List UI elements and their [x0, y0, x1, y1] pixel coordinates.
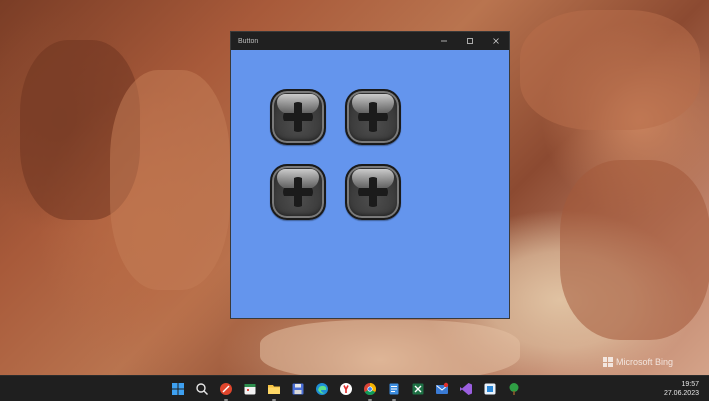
start-button[interactable] [168, 379, 188, 399]
taskbar-store[interactable] [480, 379, 500, 399]
windows-start-icon [172, 383, 184, 395]
file-explorer-icon [268, 385, 280, 394]
edge-browser-icon [316, 383, 328, 395]
taskbar-tree-app[interactable] [504, 379, 524, 399]
taskbar-notes[interactable] [384, 379, 404, 401]
close-button[interactable] [483, 32, 509, 50]
search-icon [196, 383, 208, 395]
mail-app-icon [436, 382, 449, 394]
taskbar-yandex[interactable] [336, 379, 356, 399]
close-icon [493, 38, 499, 44]
taskbar: 19:57 27.06.2023 [0, 375, 709, 401]
notes-app-icon [389, 383, 399, 395]
minimize-icon [441, 40, 447, 42]
calendar-app-icon [244, 384, 256, 395]
taskbar-calendar[interactable] [240, 379, 260, 399]
plus-icon [283, 177, 313, 207]
clock-time: 19:57 [681, 381, 699, 388]
wallpaper-rock [110, 70, 230, 290]
taskbar-app[interactable] [216, 379, 236, 401]
taskbar-excel[interactable] [408, 379, 428, 399]
wallpaper-rock [520, 10, 700, 130]
taskbar-file-explorer[interactable] [264, 379, 284, 401]
tree-app-icon [509, 383, 519, 395]
bing-watermark: Microsoft Bing [602, 357, 673, 367]
window-title: Button [238, 37, 259, 45]
taskbar-visual-studio[interactable] [456, 379, 476, 399]
yandex-browser-icon [340, 383, 352, 395]
maximize-button[interactable] [457, 32, 483, 50]
plus-icon [358, 177, 388, 207]
plus-button-1[interactable] [270, 89, 326, 145]
app-window: Button [230, 31, 510, 319]
taskbar-edge[interactable] [312, 379, 332, 399]
taskbar-save-app[interactable] [288, 379, 308, 399]
plus-button-2[interactable] [345, 89, 401, 145]
maximize-icon [467, 38, 473, 44]
window-client-area [231, 50, 509, 318]
microsoft-logo-icon [602, 357, 613, 367]
plus-button-4[interactable] [345, 164, 401, 220]
save-app-icon [292, 383, 304, 395]
window-controls [431, 32, 509, 50]
visual-studio-icon [460, 383, 472, 395]
taskbar-chrome[interactable] [360, 379, 380, 401]
plus-icon [283, 102, 313, 132]
plus-button-3[interactable] [270, 164, 326, 220]
minimize-button[interactable] [431, 32, 457, 50]
app-icon [220, 383, 232, 395]
chrome-icon [364, 383, 377, 396]
wallpaper-rock [560, 160, 709, 340]
watermark-text: Microsoft Bing [615, 357, 673, 367]
wallpaper-rock [260, 320, 520, 375]
taskbar-mail[interactable] [432, 379, 452, 399]
excel-app-icon [412, 383, 424, 395]
system-clock[interactable]: 19:57 27.06.2023 [664, 380, 699, 398]
clock-date: 27.06.2023 [663, 390, 699, 397]
taskbar-icons [168, 379, 524, 401]
store-app-icon [484, 383, 496, 395]
search-button[interactable] [192, 379, 212, 399]
plus-icon [358, 102, 388, 132]
window-titlebar[interactable]: Button [231, 32, 509, 50]
